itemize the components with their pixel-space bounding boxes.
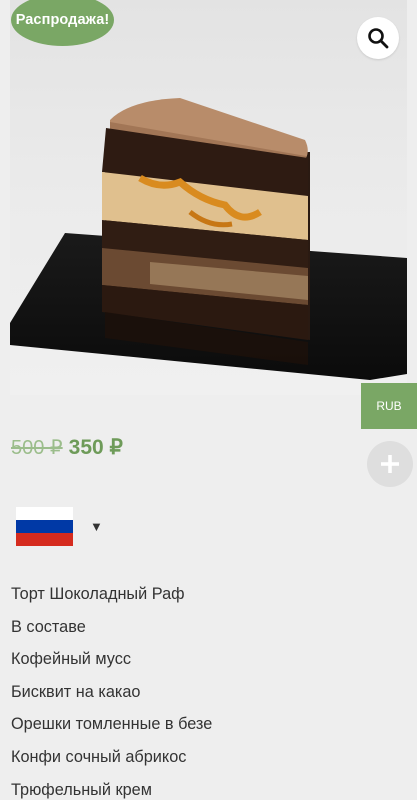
price-old: 500 ₽ — [11, 436, 63, 459]
description-line: Торт Шоколадный Раф — [11, 585, 185, 603]
description-line: Конфи сочный абрикос — [11, 747, 187, 766]
plus-icon — [381, 455, 399, 473]
description-line: Бисквит на какао — [11, 682, 141, 701]
zoom-button[interactable] — [357, 17, 399, 59]
price-new: 350 ₽ — [68, 435, 123, 459]
product-image[interactable]: Распродажа! — [10, 0, 407, 395]
product-description: Торт Шоколадный Раф В составе Кофейный м… — [11, 578, 401, 800]
description-line: Кофейный мусс — [11, 650, 132, 669]
caret-down-icon: ▼ — [90, 518, 103, 534]
add-button[interactable] — [367, 441, 413, 487]
description-line: Трюфельный крем — [11, 780, 152, 799]
description-line: В составе — [11, 617, 86, 636]
cake-photo — [10, 0, 407, 395]
product-page: Распродажа! RUB 500 ₽ 350 ₽ ▼ Торт Шокол… — [0, 0, 417, 800]
flag-ru-icon — [16, 506, 73, 546]
currency-switcher-button[interactable]: RUB — [361, 383, 417, 429]
description-line: Орешки томленные в безе — [11, 715, 213, 734]
language-selector[interactable]: ▼ — [16, 506, 103, 546]
product-price: 500 ₽ 350 ₽ — [11, 433, 123, 461]
search-icon — [368, 28, 389, 49]
